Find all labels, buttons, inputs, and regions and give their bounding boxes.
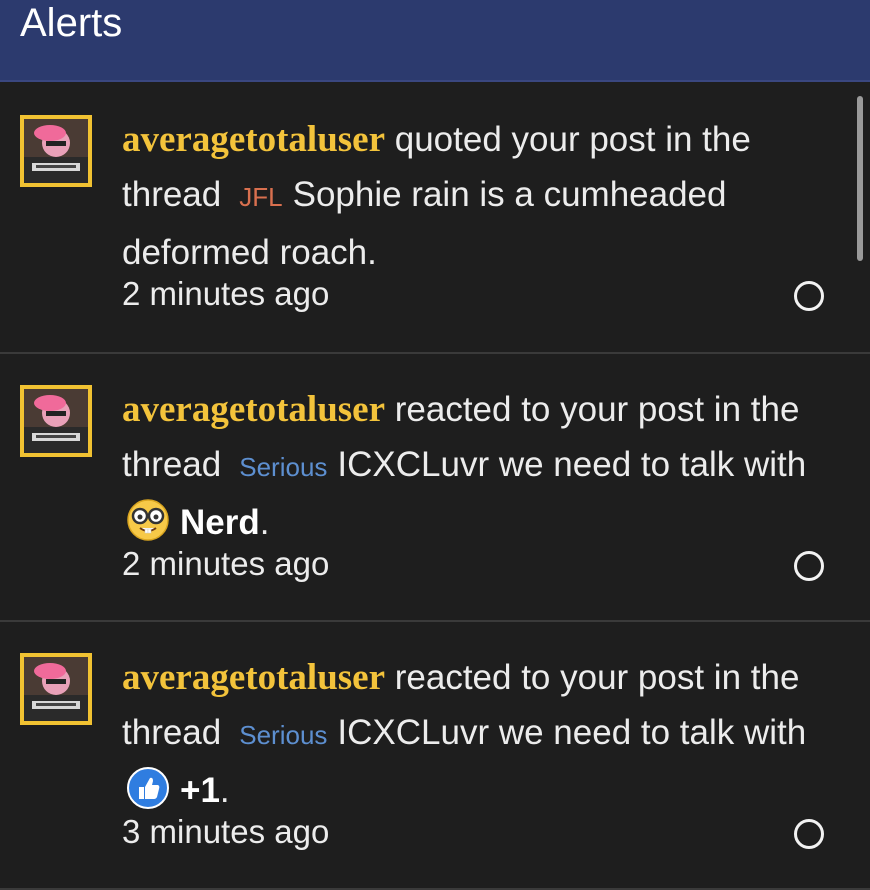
avatar-image <box>24 657 88 721</box>
page-title: Alerts <box>20 1 123 45</box>
alert-time: 3 minutes ago <box>122 813 330 850</box>
username-link[interactable]: averagetotaluser <box>122 657 385 698</box>
thread-title-link[interactable]: ICXCLuvr we need to talk <box>337 445 734 484</box>
with-text: with <box>734 445 807 484</box>
thread-prefix: Serious <box>239 720 328 750</box>
reaction-name: Nerd <box>180 503 260 542</box>
thread-prefix: JFL <box>239 182 283 212</box>
thread-prefix: Serious <box>239 452 328 482</box>
period: . <box>219 771 230 810</box>
alert-time: 2 minutes ago <box>122 545 330 582</box>
username-link[interactable]: averagetotaluser <box>122 119 385 160</box>
avatar-image <box>24 389 88 453</box>
with-text: with <box>734 713 807 752</box>
period: . <box>259 503 270 542</box>
username-link[interactable]: averagetotaluser <box>122 389 385 430</box>
thumbs-up-icon <box>127 767 169 809</box>
avatar[interactable] <box>20 653 92 725</box>
avatar[interactable] <box>20 385 92 457</box>
alerts-list: averagetotaluser quoted your post in the… <box>0 84 870 890</box>
header-bar: Alerts <box>0 0 870 82</box>
nerd-face-icon <box>127 499 169 541</box>
alert-text: averagetotaluser quoted your post in the… <box>122 112 837 280</box>
alert-time: 2 minutes ago <box>122 275 330 312</box>
avatar[interactable] <box>20 115 92 187</box>
alert-text: averagetotaluser reacted to your post in… <box>122 650 837 818</box>
reaction-name: +1 <box>180 771 220 810</box>
mark-read-toggle[interactable] <box>794 281 824 311</box>
mark-read-toggle[interactable] <box>794 551 824 581</box>
mark-read-toggle[interactable] <box>794 819 824 849</box>
avatar-image <box>24 119 88 183</box>
alert-text: averagetotaluser reacted to your post in… <box>122 382 837 550</box>
alert-item[interactable]: averagetotaluser reacted to your post in… <box>0 622 870 890</box>
alert-item[interactable]: averagetotaluser quoted your post in the… <box>0 84 870 354</box>
thread-title-link[interactable]: ICXCLuvr we need to talk <box>337 713 734 752</box>
scrollbar[interactable] <box>857 96 863 261</box>
alert-item[interactable]: averagetotaluser reacted to your post in… <box>0 354 870 622</box>
